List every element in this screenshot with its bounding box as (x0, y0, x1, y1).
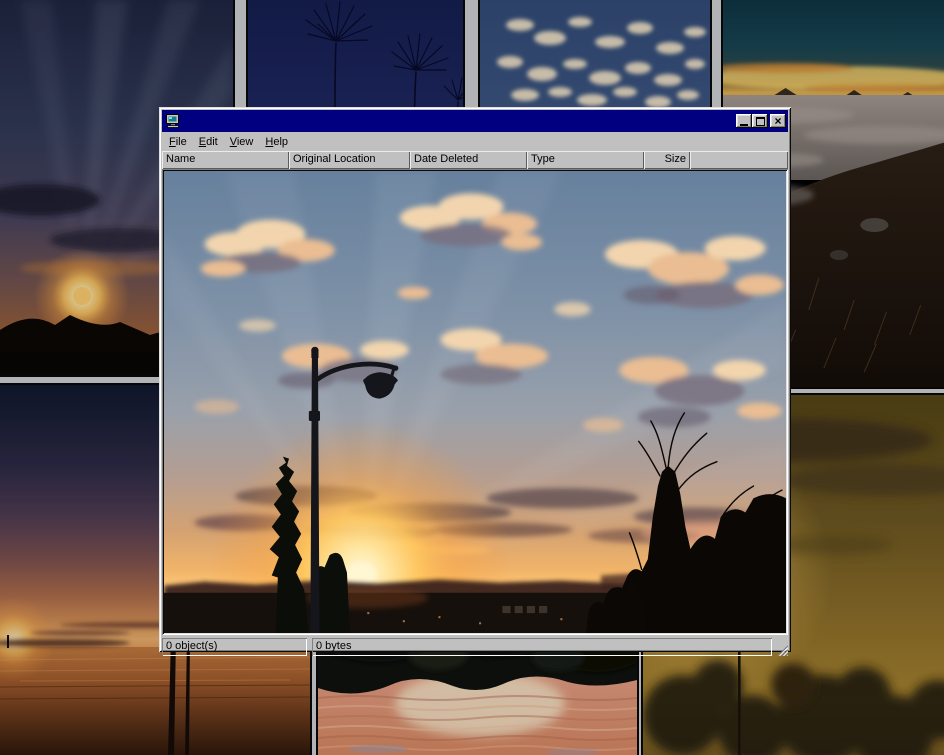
file-list-area[interactable] (162, 169, 788, 635)
close-icon: × (774, 116, 781, 127)
column-header-empty[interactable] (690, 151, 788, 169)
window-titlebar[interactable]: × (162, 110, 788, 132)
resize-grip[interactable] (775, 643, 788, 656)
desktop-collage: × File Edit View Help Name Original Loca… (0, 0, 944, 755)
menu-view[interactable]: View (224, 134, 260, 150)
status-bar: 0 object(s) 0 bytes (162, 637, 788, 657)
recycle-bin-window: × File Edit View Help Name Original Loca… (159, 107, 791, 652)
menu-help[interactable]: Help (259, 134, 294, 150)
close-button[interactable]: × (770, 114, 786, 128)
status-objects: 0 object(s) (162, 638, 307, 656)
street-lamp-sunset-photo (164, 171, 786, 633)
computer-icon (165, 113, 181, 129)
maximize-button[interactable] (752, 114, 768, 128)
menu-bar: File Edit View Help (162, 132, 788, 151)
minimize-icon (740, 124, 748, 126)
column-headers: Name Original Location Date Deleted Type… (162, 151, 788, 169)
column-header-name[interactable]: Name (162, 151, 289, 169)
column-header-size[interactable]: Size (644, 151, 690, 169)
minimize-button[interactable] (736, 114, 752, 128)
maximize-icon (756, 117, 765, 126)
column-header-date-deleted[interactable]: Date Deleted (410, 151, 527, 169)
status-bytes: 0 bytes (312, 638, 772, 656)
column-header-original-location[interactable]: Original Location (289, 151, 410, 169)
menu-edit[interactable]: Edit (193, 134, 224, 150)
menu-file[interactable]: File (163, 134, 193, 150)
column-header-type[interactable]: Type (527, 151, 644, 169)
